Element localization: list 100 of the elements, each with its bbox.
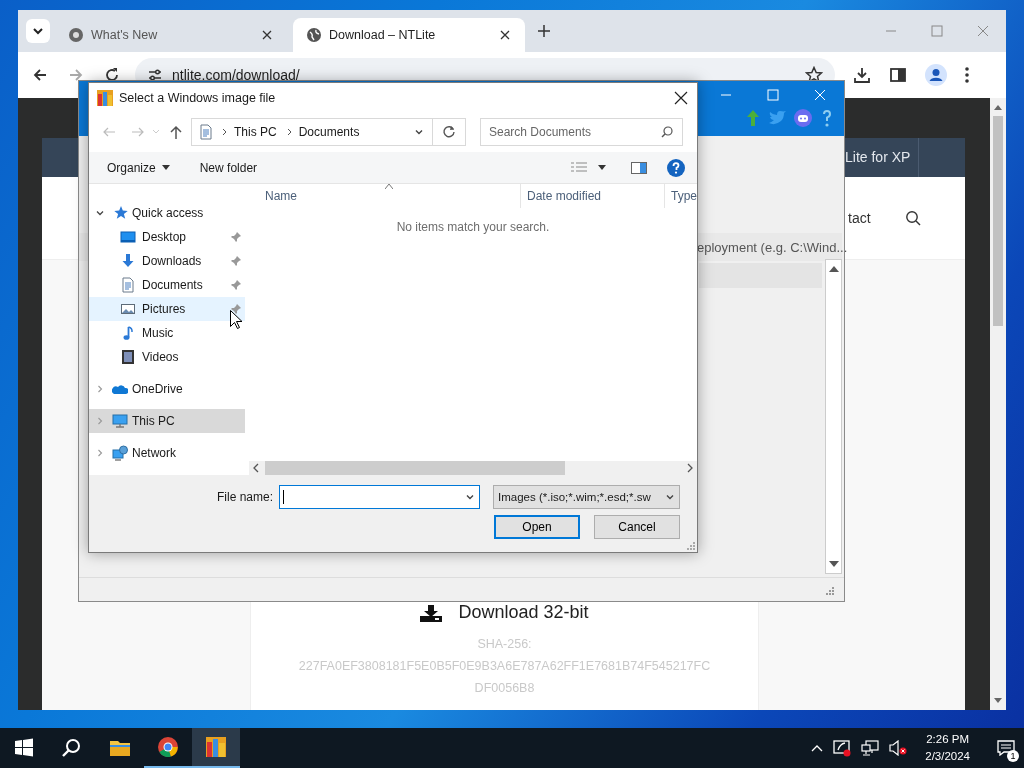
desktop-icon: [120, 229, 136, 245]
nav-item[interactable]: OneDrive: [89, 377, 245, 401]
scroll-right-icon[interactable]: [687, 463, 693, 473]
star-icon: [112, 205, 128, 221]
download-icon: [120, 253, 136, 269]
cancel-button[interactable]: Cancel: [594, 515, 680, 539]
new-tab-icon[interactable]: [537, 24, 551, 38]
chat-icon[interactable]: [794, 109, 812, 127]
nav-item[interactable]: Videos: [89, 345, 245, 369]
nav-item[interactable]: Network: [89, 441, 245, 465]
scrollbar[interactable]: [249, 461, 697, 475]
refresh-icon: [442, 125, 456, 139]
notification-badge: 1: [1007, 750, 1019, 762]
film-icon: [120, 349, 136, 365]
search-icon: [62, 738, 82, 758]
app-icon: [206, 737, 226, 757]
column-header[interactable]: Name: [249, 184, 520, 208]
speaker-muted-icon[interactable]: [889, 740, 908, 756]
site-info-icon[interactable]: [147, 67, 163, 83]
up-icon[interactable]: [170, 125, 182, 139]
reload-icon[interactable]: [104, 67, 120, 83]
clock[interactable]: 2:26 PM 2/3/2024: [925, 731, 970, 765]
browser-tab[interactable]: Download – NTLite: [293, 18, 525, 52]
chevron-down-icon: [665, 492, 675, 502]
tab-title: Download – NTLite: [329, 28, 437, 42]
breadcrumb-item[interactable]: Documents: [298, 125, 360, 139]
chevron-down-icon[interactable]: [414, 127, 424, 137]
network-icon[interactable]: [861, 740, 880, 756]
scroll-up-icon[interactable]: [994, 104, 1002, 110]
tab-search-button[interactable]: [26, 19, 50, 43]
nav-item[interactable]: Quick access: [89, 201, 245, 225]
chevron-down-icon: [465, 492, 475, 502]
caret-icon: [161, 165, 170, 170]
picture-icon: [120, 301, 136, 317]
organize-button[interactable]: Organize: [107, 160, 170, 175]
music-note-icon: [120, 325, 136, 341]
taskbar-button[interactable]: [192, 728, 240, 768]
breadcrumb-item[interactable]: This PC: [234, 125, 277, 139]
search-field[interactable]: Search Documents: [480, 118, 683, 146]
mouse-cursor-icon: [230, 310, 242, 329]
globe-icon: [306, 27, 322, 43]
help-icon[interactable]: [820, 109, 834, 127]
start-icon: [14, 738, 34, 758]
sort-icon: [385, 184, 393, 189]
browser-tab[interactable]: What's New: [55, 18, 287, 52]
resize-grip-icon: [826, 587, 834, 595]
security-icon[interactable]: [833, 739, 852, 757]
scroll-down-icon[interactable]: [994, 698, 1002, 704]
back-icon[interactable]: [32, 67, 48, 83]
network-icon: [112, 445, 128, 461]
url-text: ntlite.com/download/: [172, 67, 300, 83]
scroll-up-icon[interactable]: [828, 266, 839, 272]
nav-item[interactable]: Pictures: [89, 297, 245, 321]
chevron-up-icon[interactable]: [811, 744, 824, 752]
nav-item[interactable]: Documents: [89, 273, 245, 297]
profile-icon[interactable]: [925, 64, 947, 86]
scrollbar[interactable]: [990, 98, 1006, 710]
chevron-down-icon[interactable]: [96, 209, 104, 217]
window-title: Select a Windows image file: [119, 90, 276, 105]
search-icon[interactable]: [904, 210, 921, 226]
document-icon: [200, 124, 212, 140]
chevron-right-icon: [286, 128, 293, 136]
column-header[interactable]: Type: [664, 184, 697, 208]
browser-icon: [158, 737, 178, 757]
side-panel-icon[interactable]: [889, 66, 907, 84]
nav-link[interactable]: tact: [848, 210, 871, 226]
clock-time: 2:26 PM: [926, 732, 970, 747]
nav-item[interactable]: Desktop: [89, 225, 245, 249]
close-icon[interactable]: [499, 29, 511, 41]
download-icon[interactable]: [853, 66, 871, 84]
scroll-left-icon[interactable]: [253, 463, 259, 473]
close-icon[interactable]: [674, 90, 688, 105]
open-button[interactable]: Open: [494, 515, 580, 539]
column-header[interactable]: Date modified: [520, 184, 664, 208]
file-name-field[interactable]: [279, 485, 480, 509]
address-field[interactable]: This PC Documents: [191, 118, 433, 146]
app-icon: [97, 89, 113, 106]
clock-date: 2/3/2024: [925, 749, 970, 764]
nav-item[interactable]: Downloads: [89, 249, 245, 273]
scroll-down-icon[interactable]: [828, 561, 839, 567]
preview-pane-icon[interactable]: [631, 161, 647, 174]
scrollbar[interactable]: [825, 259, 842, 574]
forward-icon[interactable]: [68, 67, 84, 83]
download-link[interactable]: Download 32-bit: [458, 602, 589, 623]
menu-icon[interactable]: [965, 67, 969, 83]
browser-icon: [68, 27, 84, 43]
refresh-button[interactable]: [433, 118, 466, 146]
resize-grip-icon: [687, 542, 695, 550]
tab-title: What's New: [91, 28, 159, 42]
scroll-thumb[interactable]: [265, 461, 565, 475]
help-icon[interactable]: [667, 158, 685, 177]
document-icon: [120, 277, 136, 293]
download-icon: [420, 603, 443, 622]
new-folder-button[interactable]: New folder: [199, 160, 258, 175]
nav-item[interactable]: Music: [89, 321, 245, 345]
scroll-thumb[interactable]: [993, 116, 1003, 326]
close-icon[interactable]: [261, 29, 273, 41]
nav-item[interactable]: This PC: [89, 409, 245, 433]
file-type-dropdown[interactable]: Images (*.iso;*.wim;*.esd;*.sw: [493, 485, 680, 509]
caret-icon[interactable]: [598, 165, 606, 170]
